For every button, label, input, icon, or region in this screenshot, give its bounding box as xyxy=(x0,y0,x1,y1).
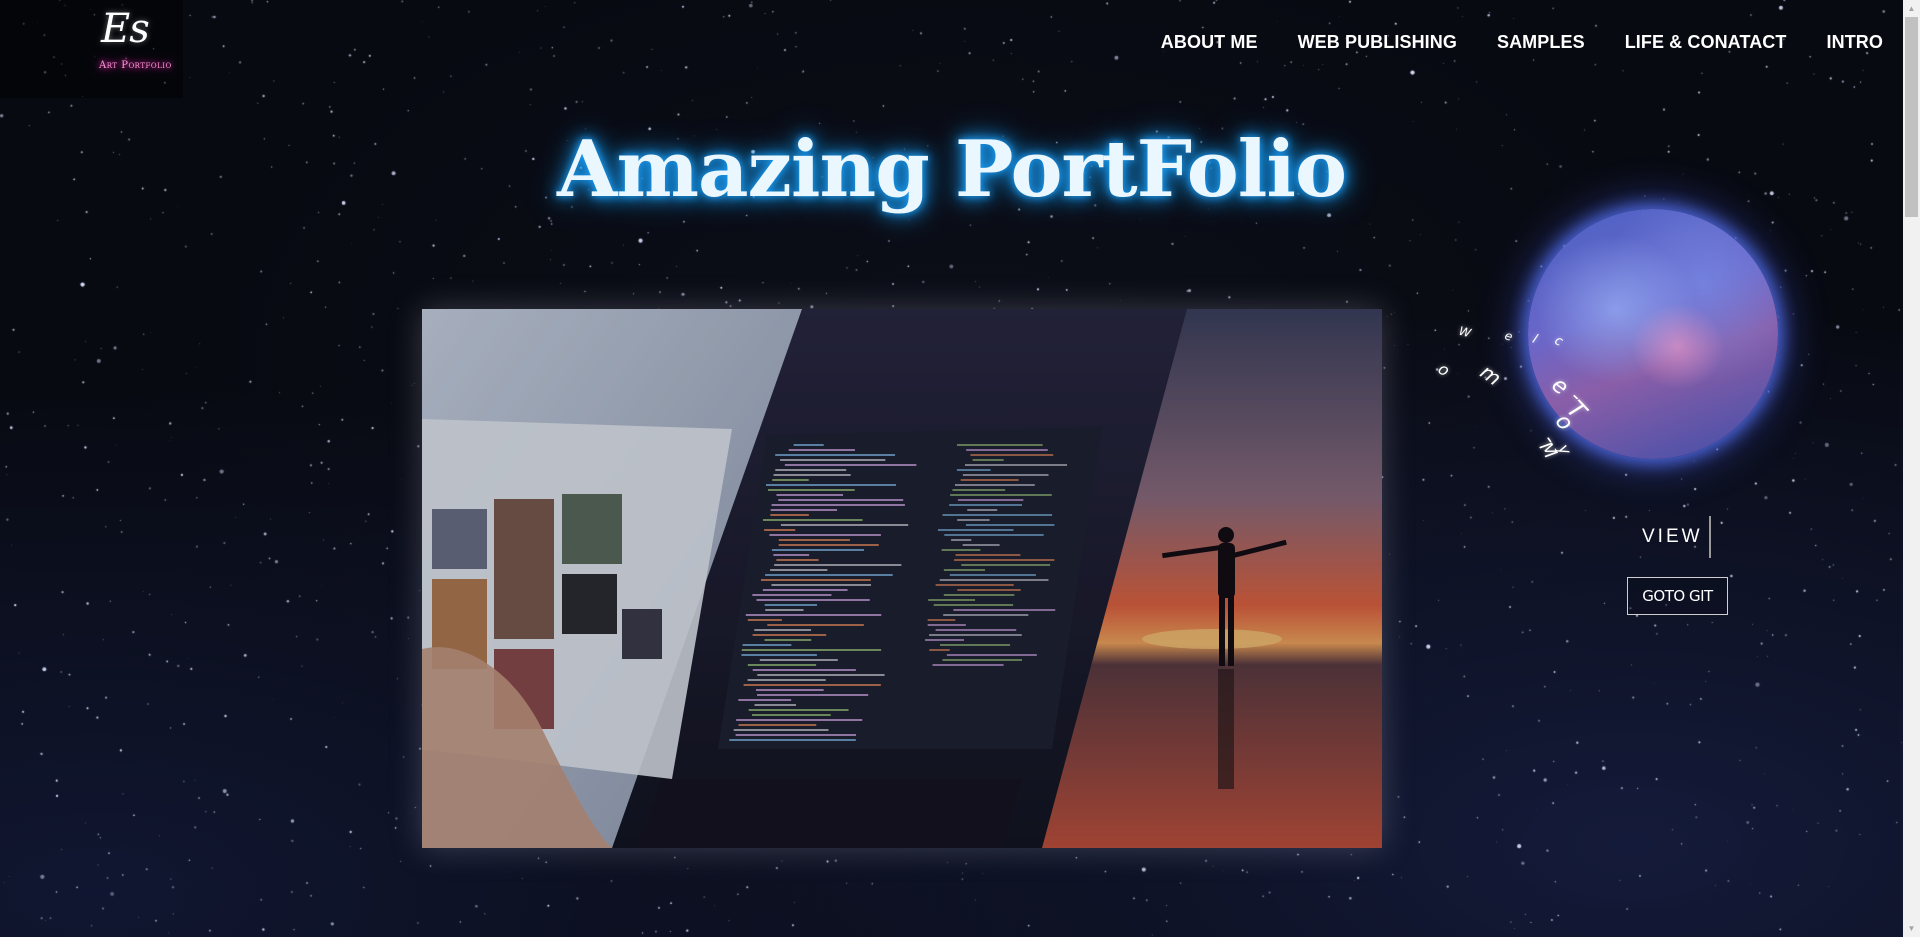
scroll-thumb[interactable] xyxy=(1905,17,1918,217)
scroll-up-arrow-icon[interactable]: ▲ xyxy=(1903,0,1920,17)
nav-item-samples[interactable]: SAMPLES xyxy=(1497,32,1585,53)
orbit-char: m xyxy=(1476,359,1507,391)
nav-item-intro[interactable]: INTRO xyxy=(1827,32,1884,53)
nav-item-about-me[interactable]: ABOUT ME xyxy=(1161,32,1258,53)
orbit-char: y xyxy=(1553,440,1576,459)
hero-collage-graphic xyxy=(422,309,1382,848)
orbit-char: e xyxy=(1503,328,1515,345)
orbit-char: W xyxy=(1457,323,1473,340)
welcome-planet: Welcome-To-My xyxy=(1430,200,1850,463)
logo[interactable]: Es Art Portfolio xyxy=(0,0,183,98)
view-button[interactable]: VIEW xyxy=(1642,516,1711,558)
nav-item-life-contact[interactable]: LIFE & CONATACT xyxy=(1625,32,1787,53)
goto-git-button[interactable]: GOTO GIT xyxy=(1627,577,1728,615)
nav-item-web-publishing[interactable]: WEB PUBLISHING xyxy=(1298,32,1457,53)
scrollbar[interactable]: ▲ ▼ xyxy=(1903,0,1920,937)
orbit-char: o xyxy=(1434,358,1453,380)
logo-subtitle: Art Portfolio xyxy=(99,60,172,71)
scroll-down-arrow-icon[interactable]: ▼ xyxy=(1903,920,1920,937)
hero-image-collage xyxy=(422,309,1382,848)
main-nav: ABOUT ME WEB PUBLISHING SAMPLES LIFE & C… xyxy=(1161,32,1883,53)
logo-mark: Es xyxy=(101,6,150,52)
portfolio-page: Es Art Portfolio ABOUT ME WEB PUBLISHING… xyxy=(0,0,1920,937)
